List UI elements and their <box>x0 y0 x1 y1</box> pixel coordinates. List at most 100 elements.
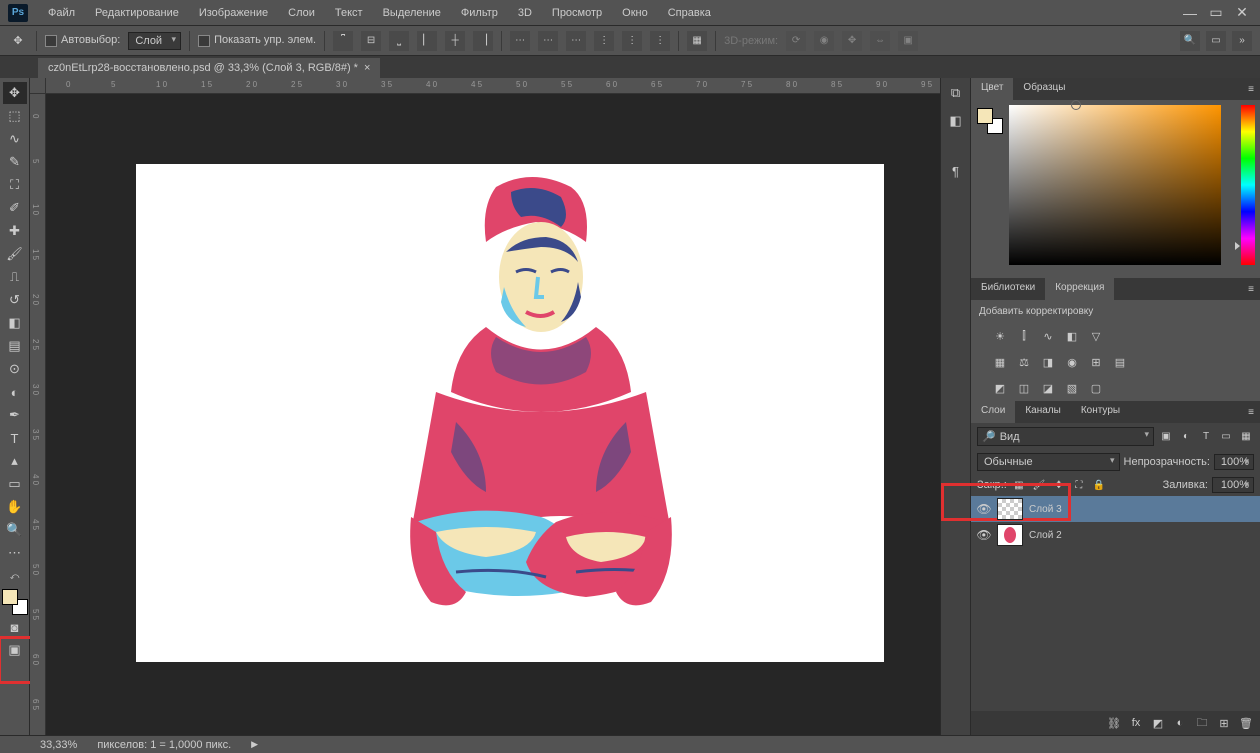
tab-color[interactable]: Цвет <box>971 78 1013 100</box>
new-layer-icon[interactable]: ⊞ <box>1216 715 1232 731</box>
color-balance-icon[interactable]: ⚖ <box>1015 353 1033 371</box>
tab-libraries[interactable]: Библиотеки <box>971 278 1045 300</box>
crop-tool[interactable]: ⛶ <box>3 174 27 196</box>
history-panel-icon[interactable]: ⧉ <box>945 82 967 104</box>
dodge-tool[interactable]: ◐ <box>3 381 27 403</box>
layer-effects-icon[interactable]: fx <box>1128 715 1144 731</box>
gradient-tool[interactable]: ▤ <box>3 335 27 357</box>
distribute-right-icon[interactable]: ⋮ <box>650 31 670 51</box>
menu-filter[interactable]: Фильтр <box>451 3 508 23</box>
color-panel-menu-icon[interactable]: ≡ <box>1242 78 1260 100</box>
photo-filter-icon[interactable]: ◉ <box>1063 353 1081 371</box>
visibility-icon[interactable]: 👁 <box>977 502 991 516</box>
document-canvas[interactable] <box>136 164 884 662</box>
zoom-tool[interactable]: 🔍 <box>3 519 27 541</box>
eraser-tool[interactable]: ◧ <box>3 312 27 334</box>
zoom-level[interactable]: 33,33% <box>40 739 77 751</box>
swap-colors-icon[interactable]: ⤺ <box>3 570 27 582</box>
autoselect-checkbox[interactable] <box>45 35 57 47</box>
document-info[interactable]: пикселов: 1 = 1,0000 пикс. <box>97 739 231 751</box>
channel-mixer-icon[interactable]: ⊞ <box>1087 353 1105 371</box>
link-layers-icon[interactable]: ⛓ <box>1106 715 1122 731</box>
layer-thumbnail[interactable] <box>997 524 1023 546</box>
color-field[interactable] <box>1009 105 1221 265</box>
filter-type-icon[interactable]: T <box>1198 430 1214 444</box>
properties-panel-icon[interactable]: ◧ <box>945 110 967 132</box>
new-group-icon[interactable]: 🗀 <box>1194 715 1210 731</box>
bw-icon[interactable]: ◨ <box>1039 353 1057 371</box>
show-controls-checkbox[interactable] <box>198 35 210 47</box>
filter-smart-icon[interactable]: ▦ <box>1238 430 1254 444</box>
selective-color-icon[interactable]: ▢ <box>1087 379 1105 397</box>
blur-tool[interactable]: ⊙ <box>3 358 27 380</box>
menu-layers[interactable]: Слои <box>278 3 325 23</box>
menu-edit[interactable]: Редактирование <box>85 3 189 23</box>
filter-adjust-icon[interactable]: ◐ <box>1178 430 1194 444</box>
vibrance-icon[interactable]: ▽ <box>1087 327 1105 345</box>
delete-layer-icon[interactable]: 🗑 <box>1238 715 1254 731</box>
distribute-left-icon[interactable]: ⋮ <box>594 31 614 51</box>
autoselect-option[interactable]: Автовыбор: <box>45 34 120 46</box>
tab-adjustments[interactable]: Коррекция <box>1045 278 1114 300</box>
layer-name[interactable]: Слой 3 <box>1029 504 1062 515</box>
menu-window[interactable]: Окно <box>612 3 658 23</box>
collapse-panels-icon[interactable]: » <box>1232 31 1252 51</box>
eyedropper-tool[interactable]: ✐ <box>3 197 27 219</box>
lock-artboard-icon[interactable]: ⛶ <box>1071 478 1087 492</box>
layer-row[interactable]: 👁 Слой 3 <box>971 496 1260 522</box>
new-adjustment-icon[interactable]: ◐ <box>1172 715 1188 731</box>
distribute-top-icon[interactable]: ⋯ <box>510 31 530 51</box>
blend-mode-dropdown[interactable]: Обычные <box>977 453 1120 471</box>
lasso-tool[interactable]: ∿ <box>3 128 27 150</box>
layer-row[interactable]: 👁 Слой 2 <box>971 522 1260 548</box>
align-hcenter-icon[interactable]: ┼ <box>445 31 465 51</box>
rectangle-tool[interactable]: ▭ <box>3 473 27 495</box>
maximize-icon[interactable]: ▭ <box>1208 5 1224 21</box>
brightness-icon[interactable]: ☀ <box>991 327 1009 345</box>
menu-help[interactable]: Справка <box>658 3 721 23</box>
filter-pixel-icon[interactable]: ▣ <box>1158 430 1174 444</box>
pen-tool[interactable]: ✒ <box>3 404 27 426</box>
menu-image[interactable]: Изображение <box>189 3 278 23</box>
threshold-icon[interactable]: ◪ <box>1039 379 1057 397</box>
invert-icon[interactable]: ◩ <box>991 379 1009 397</box>
tab-channels[interactable]: Каналы <box>1015 401 1071 423</box>
opacity-input[interactable]: 100% <box>1214 454 1254 470</box>
screenmode-tool[interactable]: ▣ <box>3 639 27 661</box>
panel-color-swatches[interactable] <box>977 108 1003 134</box>
menu-text[interactable]: Текст <box>325 3 373 23</box>
tab-paths[interactable]: Контуры <box>1071 401 1130 423</box>
layer-name[interactable]: Слой 2 <box>1029 530 1062 541</box>
path-select-tool[interactable]: ▴ <box>3 450 27 472</box>
align-vcenter-icon[interactable]: ⊟ <box>361 31 381 51</box>
levels-icon[interactable]: ⫿ <box>1015 327 1033 345</box>
menu-select[interactable]: Выделение <box>373 3 451 23</box>
menu-file[interactable]: Файл <box>38 3 85 23</box>
exposure-icon[interactable]: ◧ <box>1063 327 1081 345</box>
close-tab-icon[interactable]: × <box>364 62 370 74</box>
show-controls-option[interactable]: Показать упр. элем. <box>198 34 316 46</box>
marquee-tool[interactable]: ⬚ <box>3 105 27 127</box>
curves-icon[interactable]: ∿ <box>1039 327 1057 345</box>
lock-position-icon[interactable]: ✥ <box>1051 478 1067 492</box>
search-icon[interactable]: 🔍 <box>1180 31 1200 51</box>
visibility-icon[interactable]: 👁 <box>977 528 991 542</box>
adjust-panel-menu-icon[interactable]: ≡ <box>1242 278 1260 300</box>
layer-thumbnail[interactable] <box>997 498 1023 520</box>
close-icon[interactable]: ✕ <box>1234 5 1250 21</box>
move-tool[interactable]: ✥ <box>3 82 27 104</box>
stamp-tool[interactable]: ⎍ <box>3 266 27 288</box>
hand-tool[interactable]: ✋ <box>3 496 27 518</box>
posterize-icon[interactable]: ◫ <box>1015 379 1033 397</box>
filter-shape-icon[interactable]: ▭ <box>1218 430 1234 444</box>
auto-align-icon[interactable]: ▦ <box>687 31 707 51</box>
lock-transparency-icon[interactable]: ▦ <box>1011 478 1027 492</box>
fill-input[interactable]: 100% <box>1212 477 1254 493</box>
menu-view[interactable]: Просмотр <box>542 3 612 23</box>
quickmask-tool[interactable]: ◙ <box>3 616 27 638</box>
distribute-bottom-icon[interactable]: ⋯ <box>566 31 586 51</box>
layer-filter-kind-dropdown[interactable]: 🔎Вид <box>977 427 1154 446</box>
menu-3d[interactable]: 3D <box>508 3 542 23</box>
color-lookup-icon[interactable]: ▤ <box>1111 353 1129 371</box>
character-panel-icon[interactable]: ¶ <box>945 160 967 182</box>
